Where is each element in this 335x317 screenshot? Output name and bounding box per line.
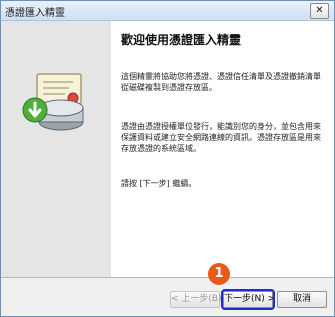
certificate-import-wizard-window: 憑證匯入精靈 ✕ 歡迎使用憑證匯入精靈 這個精靈將協助您將憑證、憑證信任清單及憑… [0,0,335,317]
next-button[interactable]: 下一步(N) > [221,289,275,310]
step-number-badge: 1 [208,263,230,285]
certificate-description-paragraph: 憑證由憑證授權單位發行，能識別您的身分，並包含用來保護資料或建立安全網路連線的資… [121,122,321,153]
cancel-button[interactable]: 取消 [277,291,327,308]
close-button[interactable]: ✕ [310,3,329,19]
certificate-import-icon [22,73,84,131]
back-button[interactable]: < 上一步(B) [170,291,222,308]
intro-paragraph: 這個精靈將協助您將憑證、憑證信任清單及憑證撤銷清單從磁碟複製到憑證存放區。 [121,72,321,92]
title-bar: 憑證匯入精靈 ✕ [1,1,334,21]
window-title: 憑證匯入精靈 [5,8,65,19]
continue-instruction: 請按 [下一步] 繼續。 [121,179,197,188]
page-title: 歡迎使用憑證匯入精靈 [121,33,242,47]
wizard-side-panel [1,21,111,277]
close-icon: ✕ [315,5,324,16]
wizard-content: 歡迎使用憑證匯入精靈 這個精靈將協助您將憑證、憑證信任清單及憑證撤銷清單從磁碟複… [111,21,332,277]
